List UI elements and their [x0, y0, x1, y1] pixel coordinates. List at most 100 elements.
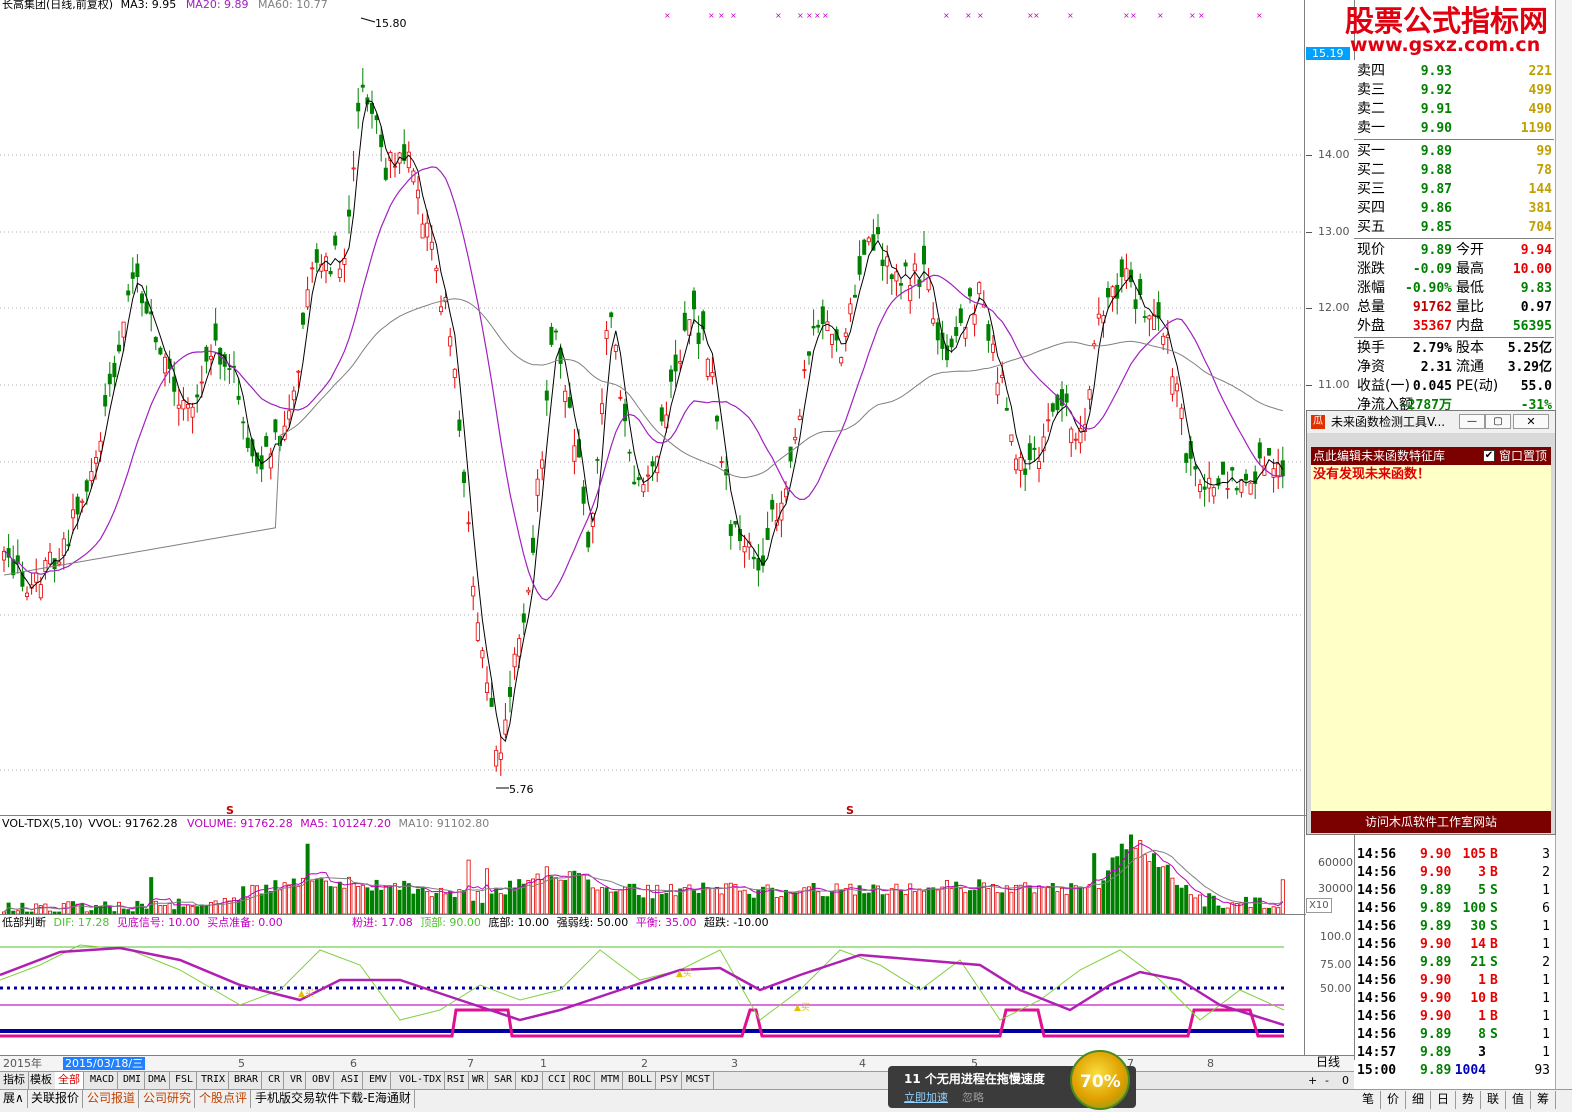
info-tab[interactable]: 关联报价 — [28, 1090, 84, 1108]
volume-bar — [425, 891, 430, 914]
candle-body — [1073, 438, 1078, 441]
sell-level[interactable]: 卖三 9.92 499 — [1354, 81, 1554, 100]
buy-level[interactable]: 买二 9.88 78 — [1354, 161, 1554, 180]
indicator-tab[interactable]: 全部 — [55, 1072, 84, 1089]
quote-tab[interactable]: 细 — [1406, 1091, 1431, 1109]
info-tab[interactable]: 公司研究 — [140, 1090, 196, 1108]
quote-tab[interactable]: 联 — [1481, 1091, 1506, 1109]
buy-level[interactable]: 买四 9.86 381 — [1354, 199, 1554, 218]
ind-balance: 平衡: 35.00 — [635, 916, 697, 929]
indicator-tab[interactable]: VR — [287, 1072, 307, 1089]
candle-body — [696, 332, 701, 344]
indicator-tab[interactable]: OBV — [309, 1072, 335, 1089]
candle-body — [1152, 314, 1157, 330]
indicator-tab[interactable]: FSL — [172, 1072, 198, 1089]
volume-chart[interactable] — [0, 830, 1306, 914]
ignore-link[interactable]: 忽略 — [962, 1091, 984, 1104]
dialog-titlebar[interactable]: 瓜 未来函数检测工具V... — ▢ ✕ — [1307, 411, 1555, 433]
maximize-button[interactable]: ▢ — [1485, 414, 1511, 429]
sell-level[interactable]: 卖一 9.90 1190 — [1354, 119, 1554, 138]
tick-time: 14:56 — [1357, 991, 1397, 1006]
topmost-checkbox[interactable]: ✔ — [1483, 450, 1495, 462]
month-tick: 6 — [350, 1057, 357, 1070]
indicator-tab[interactable]: PSY — [657, 1072, 683, 1089]
tick-count: 93 — [1534, 1063, 1550, 1078]
price-chart[interactable]: × × × × × × × × × × × × × × × × × × × × × 15.80 5.76 S S — [0, 0, 1306, 815]
volume-bar — [457, 889, 462, 914]
indicator-tab[interactable]: MCST — [683, 1072, 715, 1089]
indicator-tab[interactable]: MACD — [87, 1072, 119, 1089]
buy-level[interactable]: 买一 9.89 99 — [1354, 142, 1554, 161]
indicator-tab[interactable]: RSI — [444, 1072, 470, 1089]
zoom-in-button[interactable]: + — [1308, 1074, 1317, 1087]
info-tab[interactable]: 手机版交易软件下载-E海通财 — [252, 1090, 415, 1108]
indicator-chart[interactable]: ▲买 ▲买 ▲买 — [0, 930, 1306, 1054]
edit-library-bar[interactable]: 点此编辑未来函数特征库 ✔ 窗口置顶 — [1311, 447, 1551, 465]
indicator-tab[interactable]: ASI — [338, 1072, 364, 1089]
result-message: 没有发现未来函数！ — [1313, 467, 1431, 482]
candle-body — [429, 241, 434, 250]
topmost-label: 窗口置顶 — [1499, 449, 1548, 463]
zoom-reset-button[interactable]: 0 — [1342, 1074, 1349, 1087]
indicator-tab[interactable]: BRAR — [231, 1072, 263, 1089]
indicator-tab[interactable]: DMA — [145, 1072, 171, 1089]
minimize-button[interactable]: — — [1459, 414, 1485, 429]
indicator-tab[interactable]: DMI — [120, 1072, 146, 1089]
quote-tab[interactable]: 值 — [1506, 1091, 1531, 1109]
volume-bar — [277, 889, 282, 914]
close-button[interactable]: ✕ — [1513, 414, 1549, 429]
indicator-tab[interactable]: CR — [265, 1072, 285, 1089]
candle-body — [1004, 408, 1009, 411]
indicator-tab[interactable]: MTM — [598, 1072, 624, 1089]
zoom-out-button[interactable]: - — [1325, 1074, 1329, 1087]
volume-bar — [181, 906, 186, 914]
quote-tab[interactable]: 筹 — [1531, 1091, 1556, 1109]
stat-row: 总量 91762 量比 0.97 — [1354, 298, 1554, 317]
candle-body — [770, 499, 775, 510]
quote-tab[interactable]: 日 — [1431, 1091, 1456, 1109]
candle-body — [692, 290, 697, 310]
quote-tab[interactable]: 势 — [1456, 1091, 1481, 1109]
indicator-tab[interactable]: SAR — [491, 1072, 517, 1089]
speed-ball-icon[interactable]: 70% — [1070, 1050, 1130, 1110]
info-tab[interactable]: 公司报道 — [84, 1090, 140, 1108]
indicator-tab[interactable]: WR — [469, 1072, 489, 1089]
buy-level[interactable]: 买五 9.85 704 — [1354, 218, 1554, 237]
stat-label: 净资 — [1357, 359, 1385, 375]
info-tab[interactable]: 个股点评 — [196, 1090, 252, 1108]
indicator-tab[interactable]: 指标 — [0, 1072, 29, 1089]
quote-tab[interactable]: 笔 — [1356, 1091, 1381, 1109]
info-tab[interactable]: 展∧ — [0, 1090, 28, 1108]
candle-body — [512, 653, 517, 668]
candle-body — [425, 222, 430, 238]
level-volume: 499 — [1528, 83, 1552, 98]
volume-bar — [185, 904, 190, 914]
tick-price: 9.90 — [1420, 1009, 1452, 1024]
sell-level[interactable]: 卖二 9.91 490 — [1354, 100, 1554, 119]
stat-label: 涨幅 — [1357, 280, 1385, 296]
candle-body — [112, 362, 117, 378]
volume-bar — [912, 891, 917, 914]
date-axis: 2015年 2015/03/18/三 5 6 7 1 2 3 4 5 7 8 日… — [0, 1055, 1354, 1071]
indicator-tab[interactable]: BOLL — [625, 1072, 657, 1089]
visit-website-link[interactable]: 访问木瓜软件工作室网站 — [1311, 811, 1551, 833]
candle-body — [600, 403, 605, 415]
indicator-tab[interactable]: VOL-TDX — [396, 1072, 446, 1089]
speedup-link[interactable]: 立即加速 — [904, 1091, 948, 1104]
indicator-tab[interactable]: 模板 — [27, 1072, 56, 1089]
indicator-tab[interactable]: KDJ — [518, 1072, 544, 1089]
buy-level[interactable]: 买三 9.87 144 — [1354, 180, 1554, 199]
quote-tab[interactable]: 价 — [1381, 1091, 1406, 1109]
tick-count: 1 — [1542, 1045, 1550, 1060]
volume-bar — [195, 906, 200, 914]
volume-bar — [531, 878, 536, 914]
sell-level[interactable]: 卖四 9.93 221 — [1354, 62, 1554, 81]
indicator-tab[interactable]: CCI — [545, 1072, 571, 1089]
candle-body — [351, 167, 356, 170]
indicator-tab[interactable]: ROC — [570, 1072, 596, 1089]
indicator-tab[interactable]: EMV — [366, 1072, 392, 1089]
period-label[interactable]: 日线 — [1316, 1056, 1340, 1069]
edit-library-link[interactable]: 点此编辑未来函数特征库 — [1313, 447, 1445, 465]
volume-bar — [710, 887, 715, 914]
indicator-tab[interactable]: TRIX — [198, 1072, 230, 1089]
